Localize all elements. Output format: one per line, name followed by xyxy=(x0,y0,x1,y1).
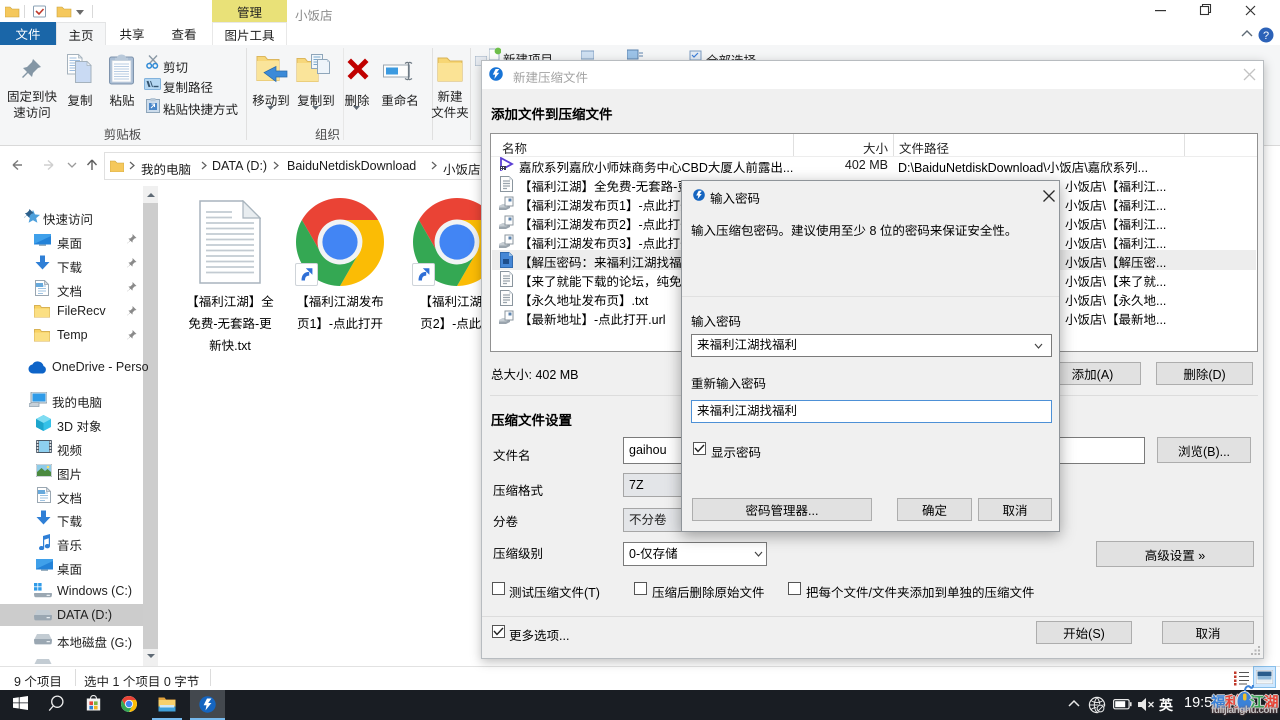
svg-text:?: ? xyxy=(1263,30,1269,42)
